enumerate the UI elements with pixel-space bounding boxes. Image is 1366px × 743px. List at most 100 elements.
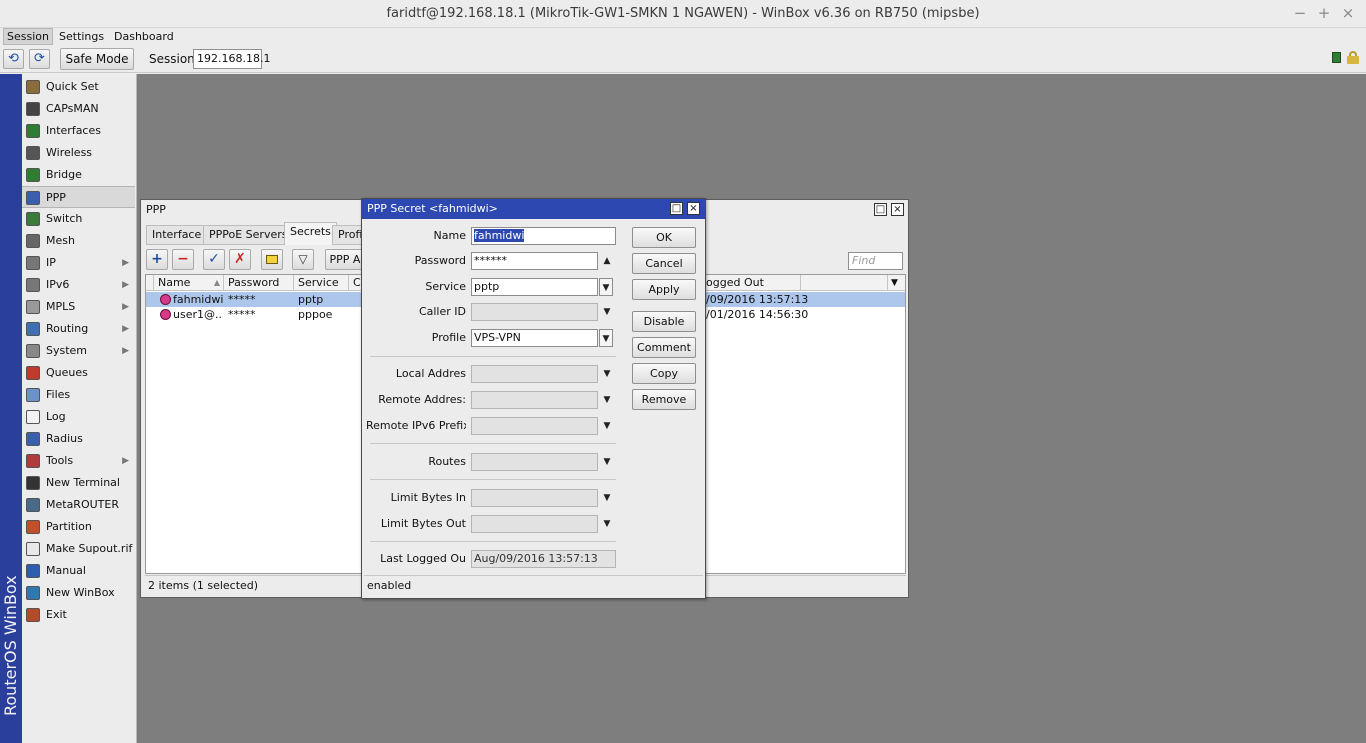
sidebar-item-files[interactable]: Files xyxy=(22,384,135,406)
sidebar-item-mpls[interactable]: MPLS ▶ xyxy=(22,296,135,318)
sidebar-item-mesh[interactable]: Mesh xyxy=(22,230,135,252)
menu-dashboard[interactable]: Dashboard xyxy=(111,29,177,44)
dropdown-icon[interactable]: ▼ xyxy=(600,391,614,409)
comment-icon[interactable] xyxy=(261,249,283,270)
sidebar-item-ppp[interactable]: PPP xyxy=(22,186,135,208)
dropdown-icon[interactable]: ▼ xyxy=(600,365,614,383)
limit-bytes-in-label: Limit Bytes In xyxy=(390,491,466,504)
local-address-field[interactable] xyxy=(471,365,598,383)
dropdown-icon[interactable]: ▼ xyxy=(599,329,613,347)
sidebar-item-new-terminal[interactable]: New Terminal xyxy=(22,472,135,494)
tab-secrets[interactable]: Secrets xyxy=(284,222,337,245)
sidebar-item-exit[interactable]: Exit xyxy=(22,604,135,626)
supout-icon xyxy=(26,542,40,556)
safe-mode-button[interactable]: Safe Mode xyxy=(60,48,134,70)
column-service[interactable]: Service xyxy=(294,275,349,291)
sidebar-item-metarouter[interactable]: MetaROUTER xyxy=(22,494,135,516)
column-name[interactable]: Name ▲ xyxy=(154,275,224,291)
close-icon[interactable]: × xyxy=(687,202,700,215)
sidebar-item-routing[interactable]: Routing ▶ xyxy=(22,318,135,340)
maximize-icon[interactable]: + xyxy=(1316,5,1332,21)
add-icon[interactable]: + xyxy=(146,249,168,270)
limit-bytes-in-field[interactable] xyxy=(471,489,598,507)
column-password[interactable]: Password xyxy=(224,275,294,291)
enable-icon[interactable]: ✓ xyxy=(203,249,225,270)
sidebar-item-ipv6[interactable]: IPv6 ▶ xyxy=(22,274,135,296)
routes-label: Routes xyxy=(428,455,466,468)
sidebar-item-interfaces[interactable]: Interfaces xyxy=(22,120,135,142)
menu-settings[interactable]: Settings xyxy=(56,29,107,44)
disable-icon[interactable]: ✗ xyxy=(229,249,251,270)
sidebar-item-log[interactable]: Log xyxy=(22,406,135,428)
sidebar-item-label: New WinBox xyxy=(46,586,115,599)
terminal-icon xyxy=(26,476,40,490)
maximize-icon[interactable]: □ xyxy=(874,203,887,216)
sidebar-item-tools[interactable]: Tools ▶ xyxy=(22,450,135,472)
sidebar-item-ip[interactable]: IP ▶ xyxy=(22,252,135,274)
sidebar-item-queues[interactable]: Queues xyxy=(22,362,135,384)
profile-label: Profile xyxy=(431,331,466,344)
dropdown-icon[interactable]: ▼ xyxy=(599,278,613,296)
find-input[interactable]: Find xyxy=(848,252,903,270)
routes-field[interactable] xyxy=(471,453,598,471)
sidebar-item-partition[interactable]: Partition xyxy=(22,516,135,538)
ok-button[interactable]: OK xyxy=(632,227,696,248)
filter-icon[interactable]: ▽ xyxy=(292,249,314,270)
routeros-brand-strip: RouterOS WinBox xyxy=(0,74,22,743)
window-title: faridtf@192.168.18.1 (MikroTik-GW1-SMKN … xyxy=(386,6,980,21)
dropdown-icon[interactable]: ▼ xyxy=(600,303,614,321)
apply-button[interactable]: Apply xyxy=(632,279,696,300)
menu-session[interactable]: Session xyxy=(3,28,53,45)
caller-id-field[interactable] xyxy=(471,303,598,321)
cancel-button[interactable]: Cancel xyxy=(632,253,696,274)
remote-address-field[interactable] xyxy=(471,391,598,409)
remove-icon[interactable]: − xyxy=(172,249,194,270)
tools-icon xyxy=(26,454,40,468)
profile-select[interactable]: VPS-VPN xyxy=(471,329,598,347)
name-field[interactable]: fahmidwi xyxy=(471,227,616,245)
local-address-label: Local Addres xyxy=(395,367,466,380)
sidebar-item-quick-set[interactable]: Quick Set xyxy=(22,76,135,98)
redo-icon[interactable]: ⟳ xyxy=(29,49,50,69)
dropdown-icon[interactable]: ▼ xyxy=(600,515,614,533)
dropdown-icon[interactable]: ▼ xyxy=(600,417,614,435)
minimize-icon[interactable]: − xyxy=(1292,5,1308,21)
service-select[interactable]: pptp xyxy=(471,278,598,296)
comment-button[interactable]: Comment xyxy=(632,337,696,358)
copy-button[interactable]: Copy xyxy=(632,363,696,384)
last-logged-out-field: Aug/09/2016 13:57:13 xyxy=(471,550,616,568)
sidebar-item-manual[interactable]: Manual xyxy=(22,560,135,582)
sidebar-item-bridge[interactable]: Bridge xyxy=(22,164,135,186)
service-label: Service xyxy=(425,280,466,293)
tab-pppoe-servers[interactable]: PPPoE Servers xyxy=(203,225,294,245)
maximize-icon[interactable]: □ xyxy=(670,202,683,215)
collapse-icon[interactable]: ▲ xyxy=(600,252,614,270)
tab-interface[interactable]: Interface xyxy=(146,225,208,245)
dialog-title: PPP Secret <fahmidwi> xyxy=(362,199,705,219)
sidebar-item-label: Exit xyxy=(46,608,67,621)
column-chooser-icon[interactable]: ▼ xyxy=(888,275,905,291)
sidebar-item-new-winbox[interactable]: New WinBox xyxy=(22,582,135,604)
session-label: Session: xyxy=(149,52,199,66)
divider xyxy=(370,541,616,542)
remove-button[interactable]: Remove xyxy=(632,389,696,410)
column-last-logged-out[interactable]: ogged Out xyxy=(706,275,801,291)
sidebar-item-system[interactable]: System ▶ xyxy=(22,340,135,362)
limit-bytes-out-field[interactable] xyxy=(471,515,598,533)
sidebar-item-capsman[interactable]: CAPsMAN xyxy=(22,98,135,120)
ppp-auth-button[interactable]: PPP A xyxy=(325,249,365,270)
sidebar-item-wireless[interactable]: Wireless xyxy=(22,142,135,164)
sidebar-item-make-supout-rif[interactable]: Make Supout.rif xyxy=(22,538,135,560)
session-field[interactable]: 192.168.18.1 xyxy=(193,49,270,69)
close-icon[interactable]: × xyxy=(1340,5,1356,21)
dropdown-icon[interactable]: ▼ xyxy=(600,489,614,507)
dropdown-icon[interactable]: ▼ xyxy=(600,453,614,471)
sidebar-item-radius[interactable]: Radius xyxy=(22,428,135,450)
disable-button[interactable]: Disable xyxy=(632,311,696,332)
remote-ipv6-prefix-field[interactable] xyxy=(471,417,598,435)
password-field[interactable]: ****** xyxy=(471,252,598,270)
files-icon xyxy=(26,388,40,402)
close-icon[interactable]: × xyxy=(891,203,904,216)
sidebar-item-switch[interactable]: Switch xyxy=(22,208,135,230)
undo-icon[interactable]: ⟲ xyxy=(3,49,24,69)
